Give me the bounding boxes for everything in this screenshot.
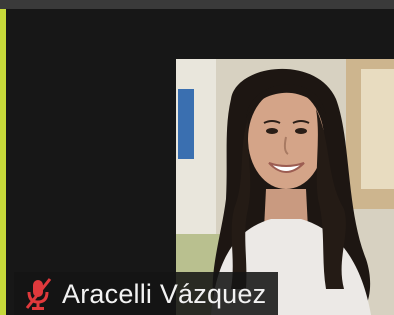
participant-name-bar: Aracelli Vázquez <box>14 272 279 315</box>
participant-name: Aracelli Vázquez <box>62 278 267 309</box>
participant-video-tile[interactable]: Aracelli Vázquez <box>0 0 394 315</box>
muted-microphone-icon[interactable] <box>22 276 54 312</box>
gallery-top-strip <box>0 0 394 9</box>
active-speaker-border <box>0 9 6 315</box>
